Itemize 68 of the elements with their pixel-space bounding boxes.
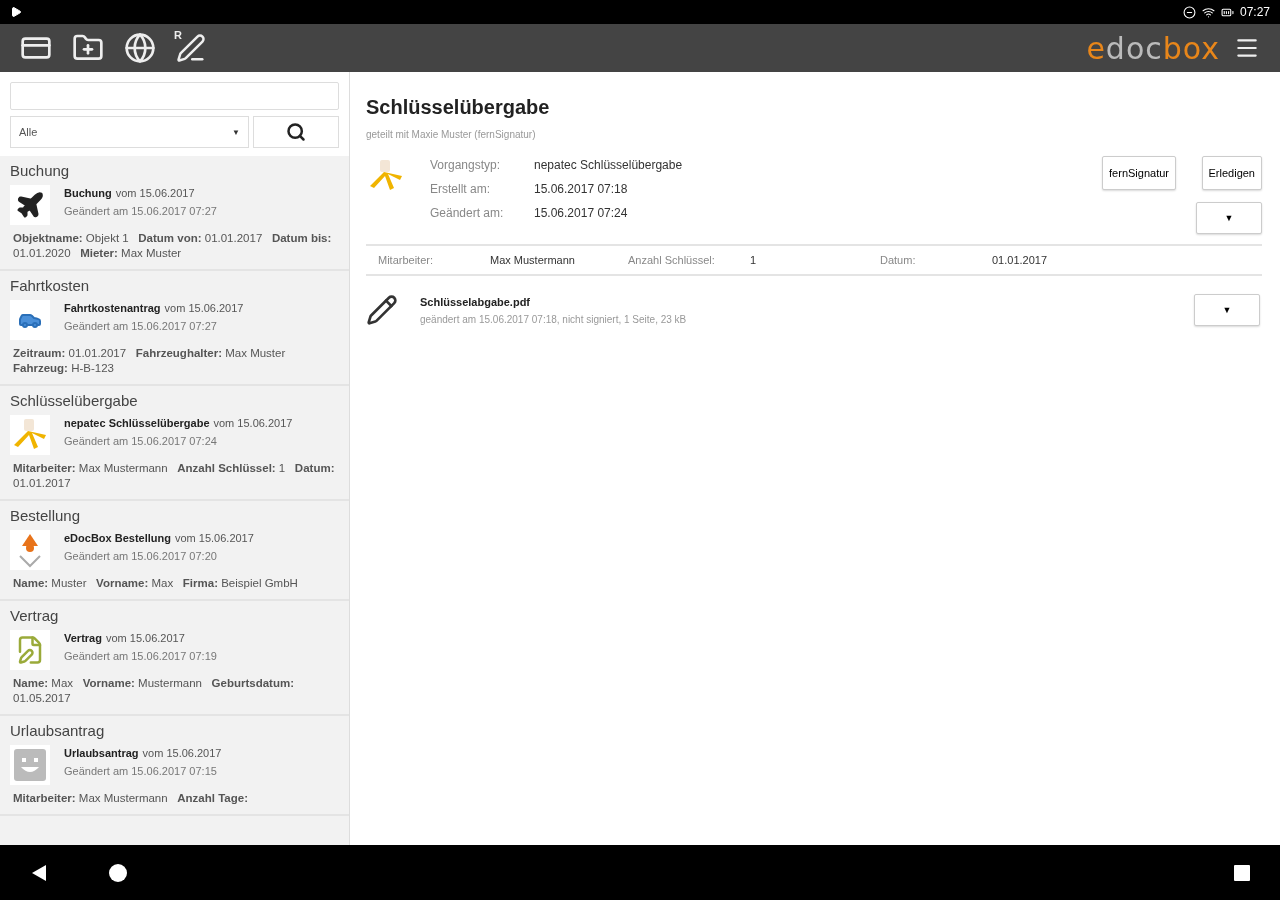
entry-title: eDocBox Bestellung vom 15.06.2017 xyxy=(64,532,254,544)
entry-title: Buchung vom 15.06.2017 xyxy=(64,187,196,199)
field-value: Max Mustermann xyxy=(490,254,576,266)
filter-dropdown[interactable]: Alle ▼ xyxy=(10,116,249,148)
list-entry[interactable]: Urlaubsantrag Urlaubsantrag vom 15.06.2017 Geändert am 15.06.2017 07:15 Mitarbeiter: Max Mustermann Anzahl Tage: xyxy=(0,716,349,816)
do-not-disturb-icon xyxy=(1182,5,1196,19)
search-button[interactable] xyxy=(253,116,339,148)
status-time: 07:27 xyxy=(1239,5,1270,19)
back-icon[interactable] xyxy=(30,863,48,882)
play-store-icon xyxy=(10,6,22,18)
entry-changed: Geändert am 15.06.2017 07:24 xyxy=(64,435,218,447)
document-name: Schlüsselabgabe.pdf xyxy=(420,295,532,308)
entry-changed: Geändert am 15.06.2017 07:19 xyxy=(64,650,217,662)
list-entry[interactable]: Bestellung eDocBox Bestellung vom 15.06.2017 Geändert am 15.06.2017 07:20 Name: Muster Vorname: Max Firma: Beispiel GmbH xyxy=(0,501,349,601)
home-icon[interactable] xyxy=(108,862,128,883)
entry-fields: Name: Max Vorname: Mustermann Geburtsdatum: 01.05.2017 xyxy=(13,676,339,706)
meta-value: 15.06.2017 07:18 xyxy=(534,182,629,196)
wifi-icon xyxy=(1201,5,1215,19)
meta-value: 15.06.2017 07:24 xyxy=(534,206,629,220)
entry-fields: Zeitraum: 01.01.2017 Fahrzeughalter: Max Muster Fahrzeug: H-B-123 xyxy=(13,346,339,376)
entry-title: Fahrtkostenantrag vom 15.06.2017 xyxy=(64,302,244,314)
field-label: Datum: xyxy=(880,254,917,266)
search-icon xyxy=(286,122,306,142)
entry-changed: Geändert am 15.06.2017 07:15 xyxy=(64,765,218,777)
smiley-icon xyxy=(13,748,47,782)
person-icon xyxy=(16,532,44,568)
group-title: Schlüsselübergabe xyxy=(10,392,139,409)
dropdown-button[interactable]: ▼ xyxy=(1194,294,1260,326)
list-entry[interactable]: Vertrag Vertrag vom 15.06.2017 Geändert am 15.06.2017 07:19 Name: Max Vorname: Mustermann Geburtsdatum: 01.05.2017 xyxy=(0,601,349,716)
dropdown-button[interactable]: ▼ xyxy=(1196,202,1262,234)
entry-changed: Geändert am 15.06.2017 07:27 xyxy=(64,205,217,217)
group-title: Urlaubsantrag xyxy=(10,722,106,739)
shared-note: geteilt mit Maxie Muster (fernSignatur) xyxy=(366,129,537,140)
pencil-icon xyxy=(366,294,398,326)
field-label: Anzahl Schlüssel: xyxy=(628,254,716,266)
field-label: Mitarbeiter: xyxy=(378,254,435,266)
entry-fields: Objektname: Objekt 1 Datum von: 01.01.2017 Datum bis: 01.01.2020 Mieter: Max Muster xyxy=(13,231,339,261)
list-entry[interactable]: Fahrtkosten Fahrtkostenantrag vom 15.06.2017 Geändert am 15.06.2017 07:27 Zeitraum: 01.01.2017 Fahrzeughalter: Max Muster Fahrzeug: H-B-123 xyxy=(0,271,349,386)
plane-icon xyxy=(15,190,45,220)
list-entry[interactable]: Buchung Buchung vom 15.06.2017 Geändert am 15.06.2017 07:27 Objektname: Objekt 1 Datum von: 01.01.2017 Datum bis: 01.01.2020 Mieter: Max Muster xyxy=(0,156,349,271)
entry-fields: Mitarbeiter: Max Mustermann Anzahl Tage: xyxy=(13,791,339,806)
meta-label: Vorgangstyp: xyxy=(430,158,502,172)
search-field[interactable] xyxy=(10,82,339,110)
globe-icon[interactable] xyxy=(124,32,156,64)
group-title: Vertrag xyxy=(10,607,60,624)
recents-icon[interactable] xyxy=(1234,864,1250,881)
entry-title: Urlaubsantrag vom 15.06.2017 xyxy=(64,747,222,759)
document-info: geändert am 15.06.2017 07:18, nicht signiert, 1 Seite, 23 kB xyxy=(420,313,687,325)
entry-fields: Mitarbeiter: Max Mustermann Anzahl Schlüssel: 1 Datum: 01.01.2017 xyxy=(13,461,339,491)
entry-fields: Name: Muster Vorname: Max Firma: Beispiel GmbH xyxy=(13,576,339,591)
group-title: Bestellung xyxy=(10,507,82,524)
meta-value: nepatec Schlüsselübergabe xyxy=(534,158,683,172)
meta-label: Erstellt am: xyxy=(430,182,491,196)
entry-title: nepatec Schlüsselübergabe vom 15.06.2017 xyxy=(64,417,293,429)
action-button[interactable]: Erledigen xyxy=(1201,156,1262,190)
page-title: Schlüsselübergabe xyxy=(366,96,551,119)
app-logo: edocbox xyxy=(1086,30,1220,66)
action-button[interactable]: fernSignatur xyxy=(1102,156,1176,190)
meta-label: Geändert am: xyxy=(430,206,505,220)
group-title: Fahrtkosten xyxy=(10,277,91,294)
group-title: Buchung xyxy=(10,162,71,179)
entry-changed: Geändert am 15.06.2017 07:27 xyxy=(64,320,218,332)
field-value: 1 xyxy=(750,254,758,266)
signature-button[interactable]: R xyxy=(176,33,206,63)
field-value: 01.01.2017 xyxy=(992,254,1049,266)
entry-changed: Geändert am 15.06.2017 07:20 xyxy=(64,550,218,562)
entry-title: Vertrag vom 15.06.2017 xyxy=(64,632,186,644)
list-entry[interactable]: Schlüsselübergabe nepatec Schlüsselübergabe vom 15.06.2017 Geändert am 15.06.2017 07:24 Mitarbeiter: Max Mustermann Anzahl Schlüssel: 1 Datum: 01.01.2017 xyxy=(0,386,349,501)
